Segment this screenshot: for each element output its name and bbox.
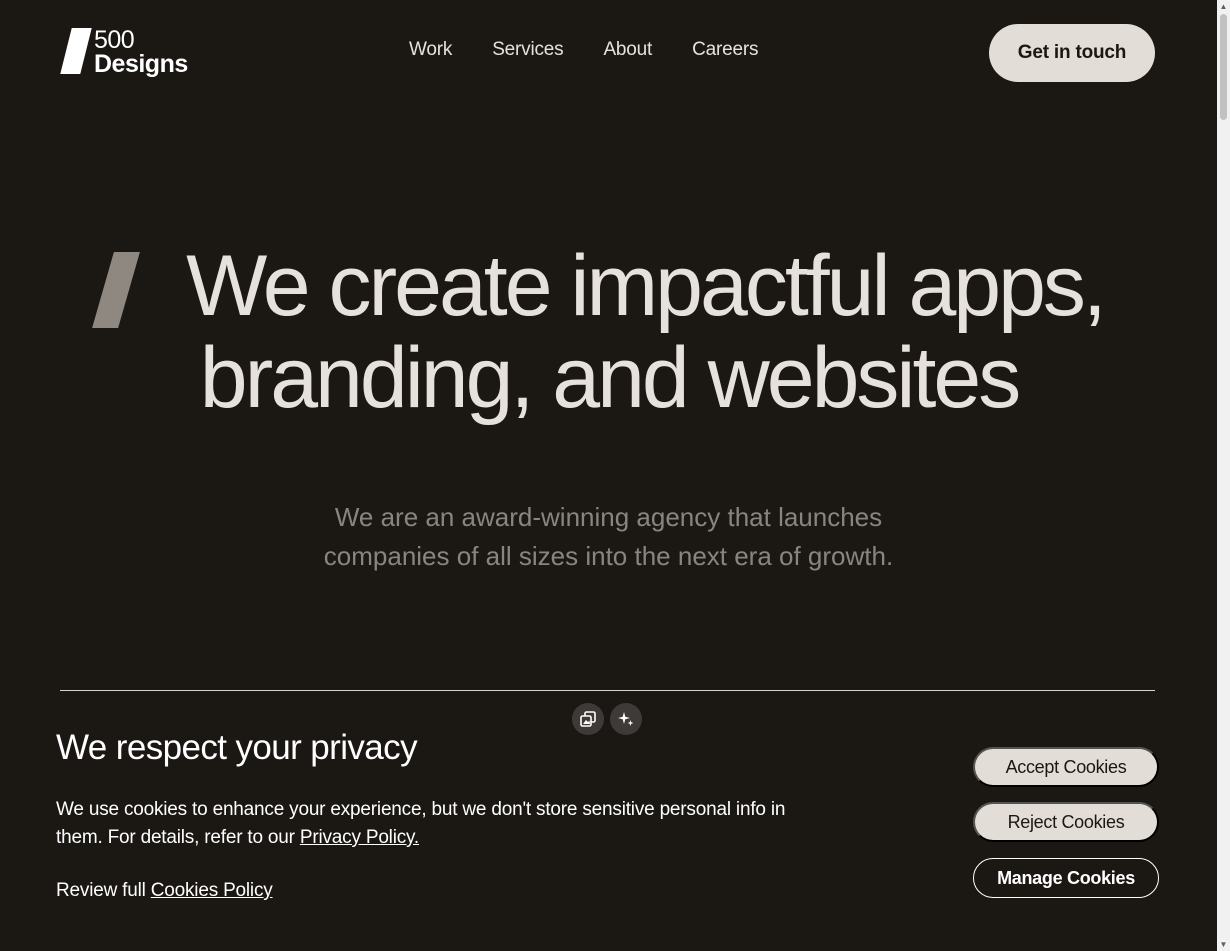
- sparkle-icon[interactable]: [610, 703, 642, 735]
- logo-text: 500 Designs: [94, 28, 188, 77]
- nav-item-about[interactable]: About: [603, 39, 652, 61]
- cookie-text: We use cookies to enhance your experienc…: [56, 796, 816, 852]
- nav-item-work[interactable]: Work: [409, 39, 452, 61]
- hero-title-line-1: We create impactful apps,: [186, 238, 1107, 334]
- sparkle-icon-svg: [618, 712, 634, 726]
- get-in-touch-button[interactable]: Get in touch: [989, 24, 1155, 82]
- reject-cookies-button[interactable]: Reject Cookies: [973, 802, 1159, 842]
- section-divider: [60, 690, 1155, 691]
- manage-cookies-button[interactable]: Manage Cookies: [973, 858, 1159, 898]
- hero-subtitle: We are an award-winning agency that laun…: [0, 498, 1217, 576]
- page-scrollbar[interactable]: ▲ ▼: [1217, 0, 1230, 951]
- accept-cookies-button[interactable]: Accept Cookies: [973, 747, 1159, 787]
- cookie-text-body: We use cookies to enhance your experienc…: [56, 799, 786, 848]
- hero-title: We create impactful apps, branding, and …: [0, 240, 1230, 424]
- scroll-up-arrow-icon[interactable]: ▲: [1219, 2, 1228, 11]
- cookies-policy-link[interactable]: Cookies Policy: [151, 880, 273, 901]
- scroll-thumb[interactable]: [1220, 14, 1227, 120]
- hero-subtitle-line-2: companies of all sizes into the next era…: [323, 541, 894, 571]
- copy-image-icon-svg: [580, 711, 596, 727]
- logo-slash-mark: [60, 28, 92, 74]
- hero-subtitle-line-1: We are an award-winning agency that laun…: [334, 502, 883, 532]
- page: 500 Designs Work Services About Careers …: [0, 0, 1230, 951]
- logo[interactable]: 500 Designs: [60, 28, 188, 77]
- hero-title-line-2: branding, and websites: [199, 330, 1021, 426]
- cookie-title: We respect your privacy: [56, 728, 418, 767]
- cookie-review-prefix: Review full: [56, 880, 151, 901]
- logo-word: Designs: [94, 50, 188, 78]
- nav-item-services[interactable]: Services: [492, 39, 563, 61]
- cookie-review: Review full Cookies Policy: [56, 880, 273, 902]
- nav-item-careers[interactable]: Careers: [692, 39, 758, 61]
- main-nav: Work Services About Careers: [409, 39, 758, 61]
- scroll-down-arrow-icon[interactable]: ▼: [1219, 940, 1228, 949]
- privacy-policy-link[interactable]: Privacy Policy.: [300, 827, 419, 848]
- copy-image-icon[interactable]: [572, 703, 604, 735]
